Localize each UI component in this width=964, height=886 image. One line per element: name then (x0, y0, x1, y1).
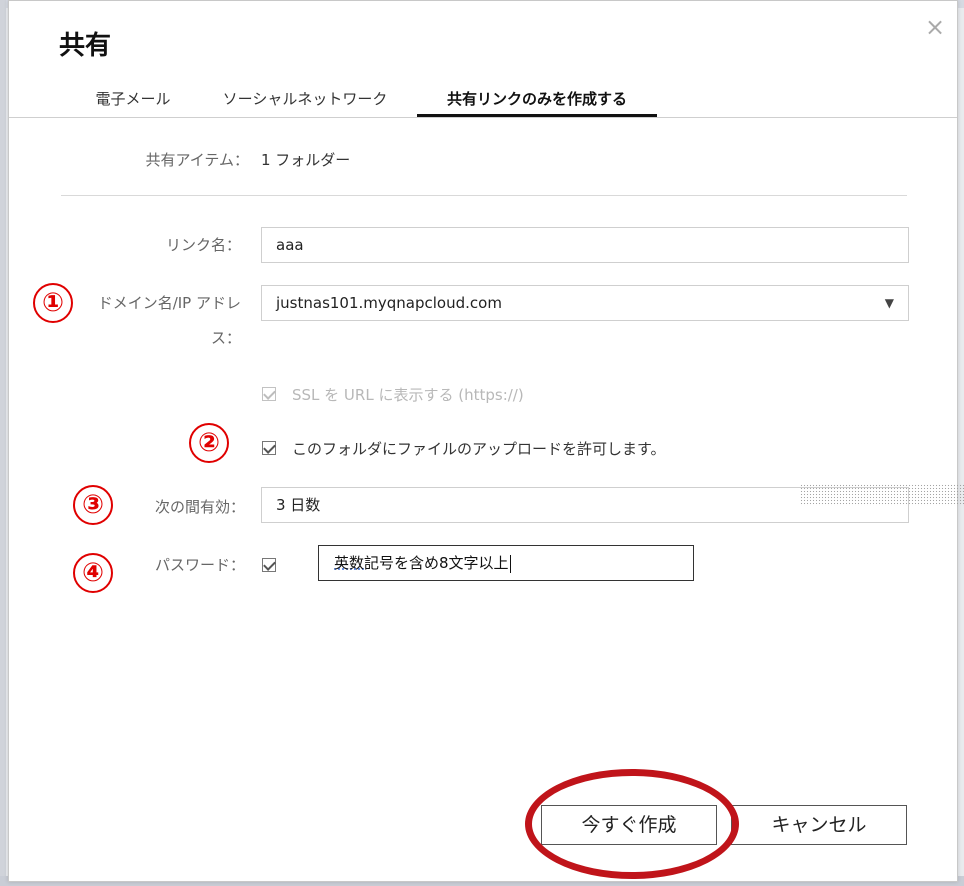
expiry-label: 次の間有効： (154, 498, 245, 516)
link-name-input[interactable]: aaa (261, 227, 909, 263)
upload-label: このフォルダにファイルのアップロードを許可します。 (292, 440, 666, 458)
create-now-button[interactable]: 今すぐ作成 (541, 805, 717, 845)
dither-artifact (800, 484, 964, 506)
upload-checkbox[interactable] (262, 441, 276, 455)
chevron-down-icon: ▼ (884, 296, 894, 310)
share-item-value: 1 フォルダー (261, 151, 351, 169)
cancel-button[interactable]: キャンセル (731, 805, 907, 845)
password-checkbox[interactable] (262, 558, 276, 572)
text-caret (509, 554, 511, 573)
marker-4: ④ (73, 553, 113, 593)
password-input[interactable]: 英数記号を含め8文字以上 (318, 545, 694, 581)
password-value-underlined: 英数 (334, 554, 365, 572)
password-label: パスワード： (154, 556, 245, 574)
share-dialog: 共有 × 電子メール ソーシャルネットワーク 共有リンクのみを作成する 共有アイ… (8, 0, 958, 882)
marker-3: ③ (73, 485, 113, 525)
domain-select[interactable]: justnas101.myqnapcloud.com ▼ (261, 285, 909, 321)
password-value-rest: 記号を含め8文字以上 (364, 554, 509, 572)
marker-2: ② (189, 423, 229, 463)
background-edge-left (0, 0, 6, 886)
tab-email[interactable]: 電子メール (85, 87, 181, 117)
marker-1: ① (33, 283, 73, 323)
ssl-label: SSL を URL に表示する (https://) (292, 386, 524, 404)
close-icon[interactable]: × (923, 15, 947, 39)
domain-select-value: justnas101.myqnapcloud.com (276, 294, 502, 312)
tab-social-network[interactable]: ソーシャルネットワーク (215, 87, 395, 117)
domain-label-line1: ドメイン名/IP アドレ (97, 294, 241, 312)
tab-bar: 電子メール ソーシャルネットワーク 共有リンクのみを作成する (9, 83, 957, 118)
tab-create-link-only[interactable]: 共有リンクのみを作成する (417, 87, 657, 117)
dialog-title: 共有 (59, 31, 112, 61)
link-name-label: リンク名： (165, 236, 241, 254)
share-item-label: 共有アイテム： (145, 151, 249, 169)
domain-label-line2: ス： (210, 329, 241, 347)
section-divider (61, 195, 907, 196)
ssl-checkbox[interactable] (262, 387, 276, 401)
